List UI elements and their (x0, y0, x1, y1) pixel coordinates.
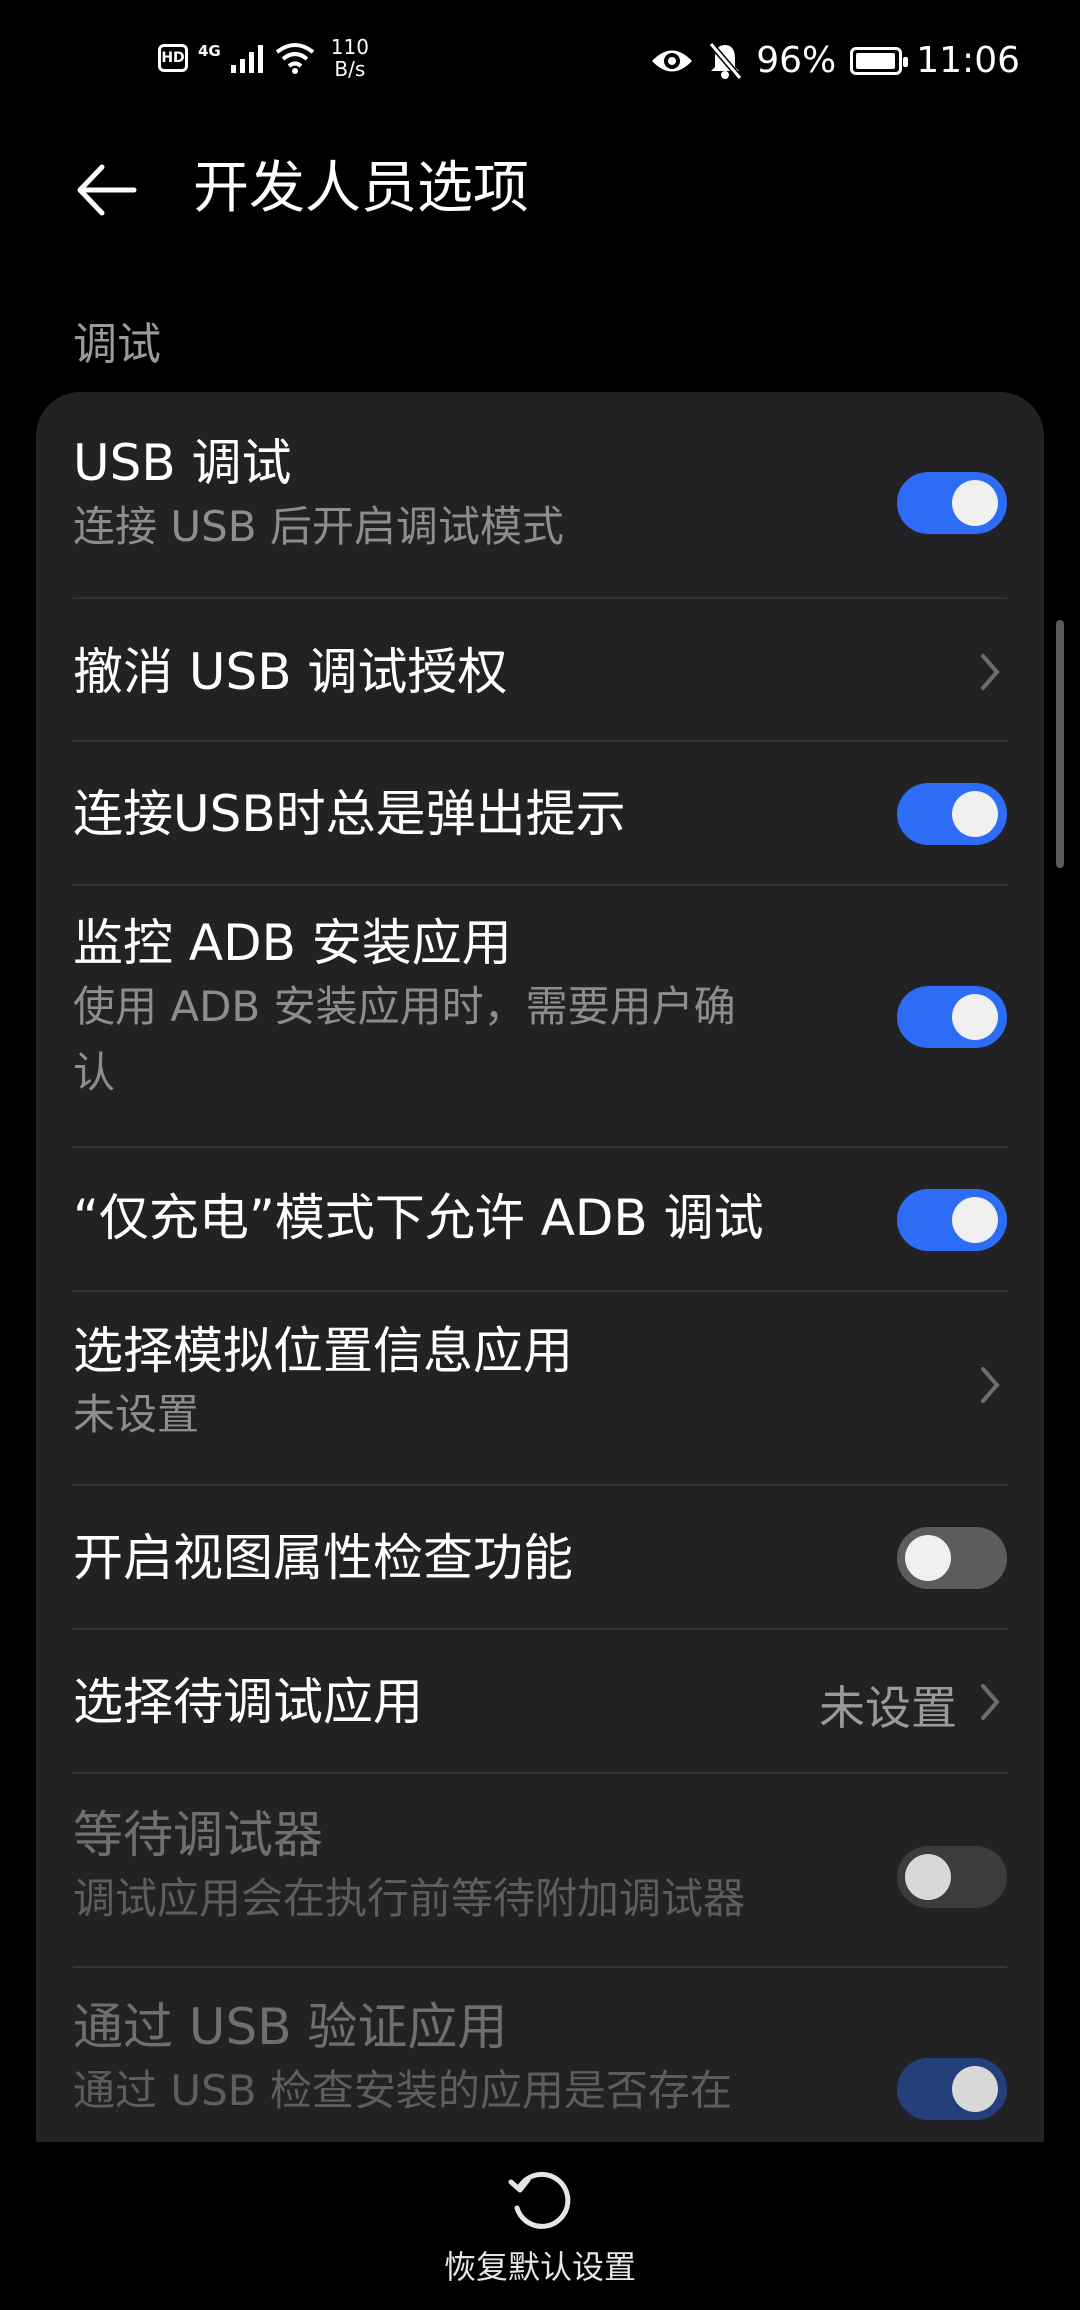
verify-apps-usb-row: 通过 USB 验证应用 通过 USB 检查安装的应用是否存在 (73, 1996, 1007, 2142)
app-bar: 开发人员选项 (0, 125, 1080, 255)
divider (73, 597, 1007, 599)
row-subtitle: 未设置 (73, 1390, 200, 1439)
row-subtitle-line1: 使用 ADB 安装应用时，需要用户确 (73, 982, 736, 1031)
eye-icon (652, 50, 693, 71)
divider (73, 1966, 1007, 1968)
chevron-right-icon (981, 1684, 1000, 1720)
divider (73, 1484, 1007, 1486)
clock: 11:06 (916, 40, 1020, 81)
speed-unit: B/s (334, 57, 366, 81)
reset-icon[interactable] (505, 2164, 575, 2234)
footer: 恢复默认设置 (0, 2142, 1080, 2310)
toggle-knob (952, 1197, 998, 1243)
wifi-icon (275, 43, 314, 74)
divider (73, 1628, 1007, 1630)
toggle-knob (952, 791, 998, 837)
network-type: 4G (198, 42, 221, 60)
row-title: 监控 ADB 安装应用 (73, 914, 512, 972)
divider (73, 1772, 1007, 1774)
status-left: HD 4G 110 B/s (158, 36, 369, 80)
usb-connect-prompt-toggle[interactable] (897, 783, 1007, 845)
battery-icon (850, 46, 909, 75)
row-title: 通过 USB 验证应用 (73, 1998, 508, 2056)
revoke-usb-auth-row[interactable]: 撤消 USB 调试授权 (73, 634, 1007, 724)
row-title: 撤消 USB 调试授权 (73, 643, 508, 701)
mock-location-app-row[interactable]: 选择模拟位置信息应用 未设置 (73, 1320, 1007, 1480)
row-title: 连接USB时总是弹出提示 (73, 785, 626, 843)
monitor-adb-install-toggle[interactable] (897, 986, 1007, 1048)
view-attr-inspect-toggle[interactable] (897, 1527, 1007, 1589)
usb-debugging-row[interactable]: USB 调试 连接 USB 后开启调试模式 (73, 432, 1007, 592)
bell-muted-icon (708, 41, 743, 80)
divider (73, 1290, 1007, 1292)
section-label: 调试 (73, 319, 161, 370)
wait-for-debugger-toggle (897, 1846, 1007, 1908)
usb-debugging-toggle[interactable] (897, 472, 1007, 534)
toggle-knob (905, 1535, 951, 1581)
charge-only-adb-toggle[interactable] (897, 1189, 1007, 1251)
view-attr-inspect-row[interactable]: 开启视图属性检查功能 (73, 1520, 1007, 1610)
toggle-knob (952, 2066, 998, 2112)
divider (73, 740, 1007, 742)
speed-value: 110 (330, 35, 369, 59)
status-bar: HD 4G 110 B/s 96% 11:06 (0, 0, 1080, 125)
settings-card: USB 调试 连接 USB 后开启调试模式 撤消 USB 调试授权 连接USB时… (36, 392, 1044, 2142)
chevron-right-icon (981, 1367, 1000, 1403)
verify-apps-usb-toggle (897, 2058, 1007, 2120)
signal-icon (230, 45, 263, 73)
toggle-knob (952, 480, 998, 526)
battery-percent: 96% (756, 40, 837, 81)
scrollbar[interactable] (1056, 620, 1064, 868)
status-right: 96% 11:06 (650, 40, 1020, 81)
row-value: 未设置 (819, 1681, 957, 1735)
row-subtitle: 调试应用会在执行前等待附加调试器 (73, 1874, 746, 1923)
back-arrow-icon[interactable] (72, 155, 142, 225)
charge-only-adb-row[interactable]: “仅充电”模式下允许 ADB 调试 (73, 1180, 1007, 1270)
monitor-adb-install-row[interactable]: 监控 ADB 安装应用 使用 ADB 安装应用时，需要用户确 认 (73, 912, 1007, 1142)
reset-defaults-button[interactable]: 恢复默认设置 (0, 2242, 1080, 2288)
row-title: 等待调试器 (73, 1806, 323, 1864)
divider (73, 884, 1007, 886)
row-subtitle: 通过 USB 检查安装的应用是否存在 (73, 2066, 732, 2115)
toggle-knob (905, 1854, 951, 1900)
debug-app-row[interactable]: 选择待调试应用 未设置 (73, 1664, 1007, 1754)
usb-connect-prompt-row[interactable]: 连接USB时总是弹出提示 (73, 776, 1007, 866)
row-subtitle-line2: 认 (73, 1048, 116, 1097)
network-speed: 110 B/s (331, 36, 369, 80)
row-title: 选择模拟位置信息应用 (73, 1322, 573, 1380)
page-title: 开发人员选项 (193, 156, 529, 221)
hd-icon: HD (158, 44, 188, 72)
row-title: “仅充电”模式下允许 ADB 调试 (73, 1189, 764, 1247)
row-title: 开启视图属性检查功能 (73, 1529, 573, 1587)
toggle-knob (952, 994, 998, 1040)
divider (73, 1146, 1007, 1148)
row-subtitle: 连接 USB 后开启调试模式 (73, 502, 564, 551)
chevron-right-icon (981, 654, 1000, 690)
wait-for-debugger-row: 等待调试器 调试应用会在执行前等待附加调试器 (73, 1804, 1007, 1974)
row-title: USB 调试 (73, 434, 292, 492)
